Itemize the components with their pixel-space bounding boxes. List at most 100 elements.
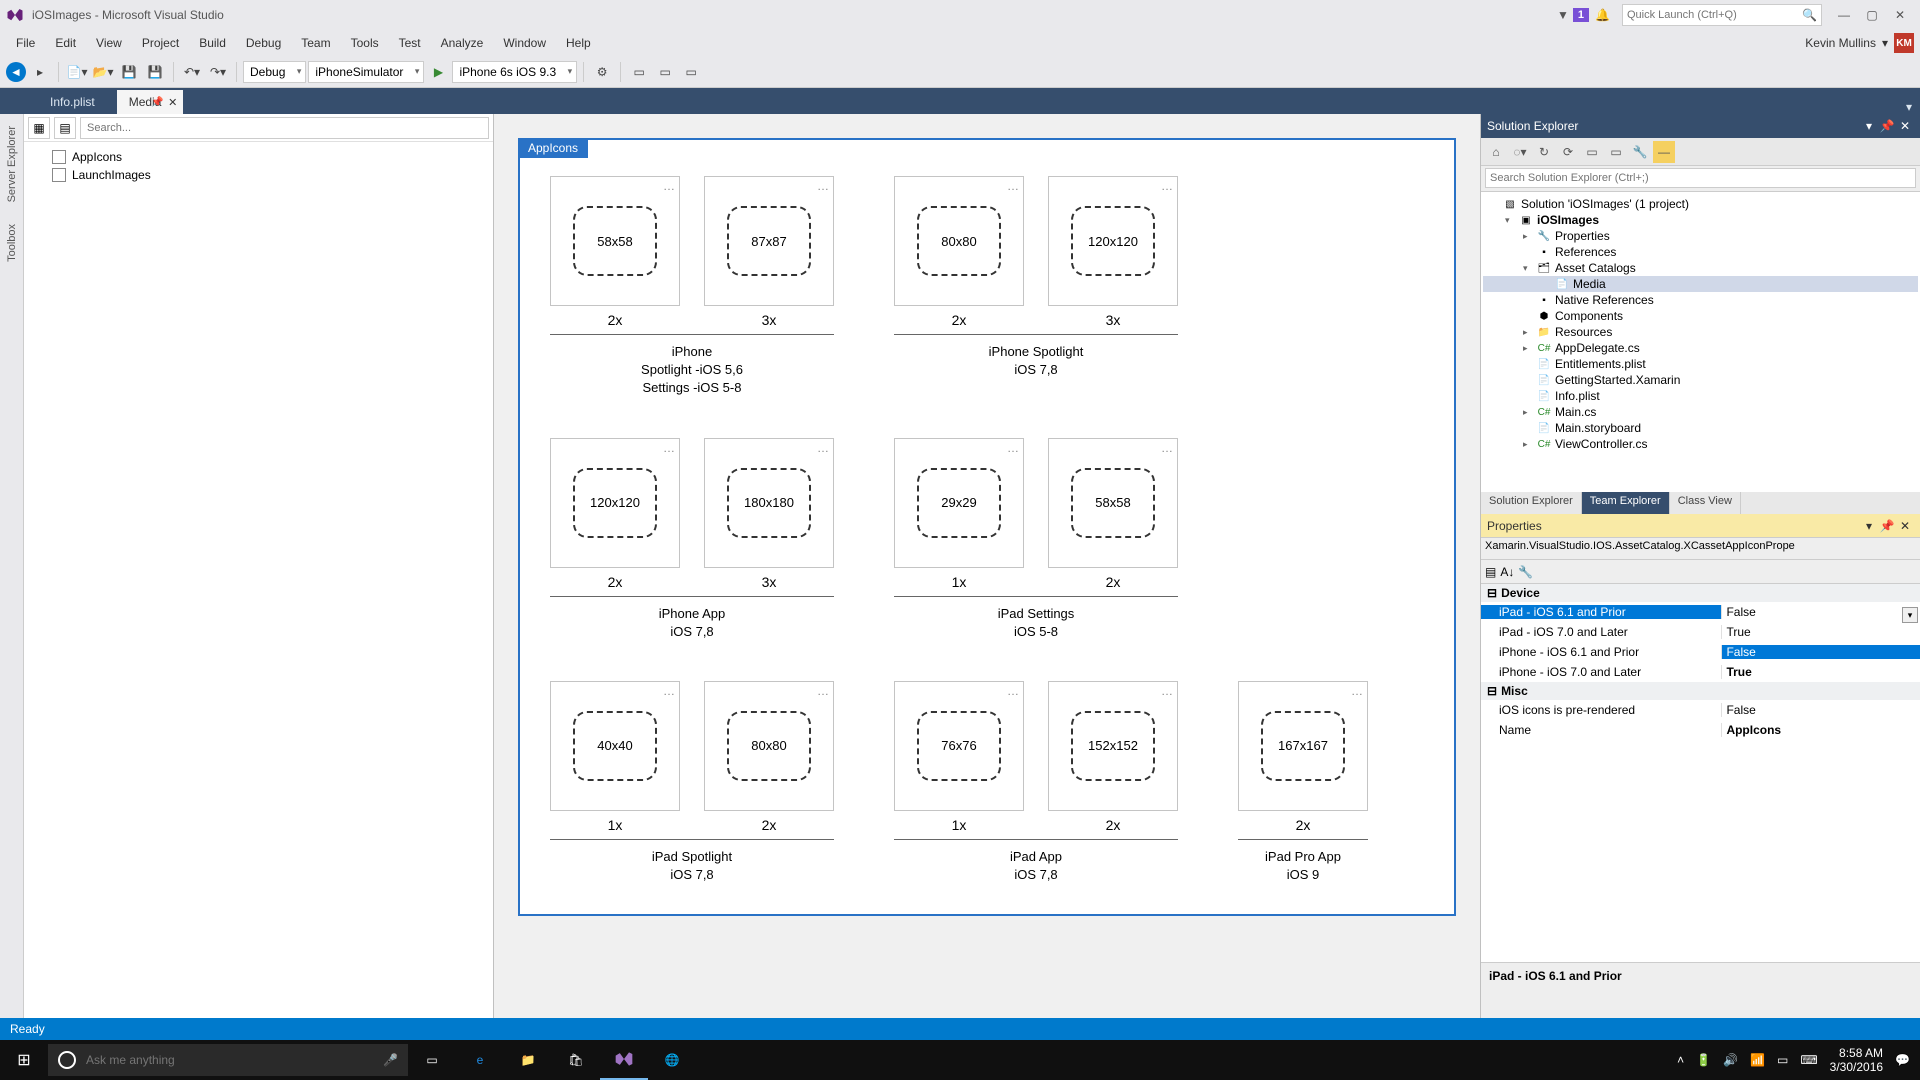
asset-appicons[interactable]: AppIcons <box>34 148 483 166</box>
se-btn-8[interactable]: — <box>1653 141 1675 163</box>
menu-test[interactable]: Test <box>389 32 431 54</box>
se-refresh-button[interactable]: ⟳ <box>1557 141 1579 163</box>
slot-menu-button[interactable]: … <box>1007 441 1019 455</box>
device-dropdown[interactable]: iPhone 6s iOS 9.3 <box>452 61 577 83</box>
tool-button-3[interactable]: ▭ <box>653 60 677 84</box>
mic-icon[interactable]: 🎤 <box>383 1053 398 1067</box>
icon-slot[interactable]: …58x58 <box>550 176 680 306</box>
prop-row[interactable]: iPhone - iOS 6.1 and PriorFalse <box>1481 642 1920 662</box>
se-pin-button[interactable]: 📌 <box>1878 119 1896 133</box>
node-native-references[interactable]: ▪Native References <box>1483 292 1918 308</box>
icon-slot[interactable]: …76x76 <box>894 681 1024 811</box>
slot-menu-button[interactable]: … <box>1351 684 1363 698</box>
redo-button[interactable]: ↷▾ <box>206 60 230 84</box>
save-button[interactable]: 💾 <box>117 60 141 84</box>
prop-cat-misc[interactable]: ⊟Misc <box>1481 682 1920 700</box>
node-main-storyboard[interactable]: 📄Main.storyboard <box>1483 420 1918 436</box>
action-center-icon[interactable]: 💬 <box>1895 1053 1910 1067</box>
icon-slot[interactable]: …58x58 <box>1048 438 1178 568</box>
tab-class-view[interactable]: Class View <box>1670 492 1741 514</box>
menu-edit[interactable]: Edit <box>45 32 86 54</box>
node-resources[interactable]: ▸📁Resources <box>1483 324 1918 340</box>
vs-icon[interactable] <box>600 1040 648 1080</box>
slot-menu-button[interactable]: … <box>663 441 675 455</box>
checkbox-icon[interactable] <box>52 150 66 164</box>
save-all-button[interactable]: 💾 <box>143 60 167 84</box>
icon-slot[interactable]: …167x167 <box>1238 681 1368 811</box>
menu-file[interactable]: File <box>6 32 45 54</box>
undo-button[interactable]: ↶▾ <box>180 60 204 84</box>
se-close-button[interactable]: ✕ <box>1896 119 1914 133</box>
icon-slot[interactable]: …80x80 <box>894 176 1024 306</box>
nav-back-button[interactable]: ◄ <box>6 62 26 82</box>
toolbox-tab[interactable]: Toolbox <box>4 218 20 268</box>
prop-categorize-button[interactable]: ▤ <box>1485 565 1496 579</box>
node-gettingstarted-xamarin[interactable]: 📄GettingStarted.Xamarin <box>1483 372 1918 388</box>
tool-button-2[interactable]: ▭ <box>627 60 651 84</box>
node-components[interactable]: ⬢Components <box>1483 308 1918 324</box>
tab-overflow-button[interactable]: ▾ <box>1898 100 1920 114</box>
maximize-button[interactable]: ▢ <box>1858 8 1886 22</box>
tab-team-explorer[interactable]: Team Explorer <box>1582 492 1670 514</box>
slot-menu-button[interactable]: … <box>1161 684 1173 698</box>
prop-sort-button[interactable]: A↓ <box>1500 565 1514 579</box>
node-asset-catalogs[interactable]: ▾🗂Asset Catalogs <box>1483 260 1918 276</box>
nav-fwd-button[interactable]: ▸ <box>28 60 52 84</box>
app-icon[interactable]: 🌐 <box>648 1040 696 1080</box>
quick-launch-input[interactable] <box>1627 9 1802 21</box>
keyboard-icon[interactable]: ⌨ <box>1800 1053 1817 1067</box>
slot-menu-button[interactable]: … <box>1161 179 1173 193</box>
node-media[interactable]: 📄Media <box>1483 276 1918 292</box>
filter-icon[interactable]: ▼ <box>1557 8 1569 22</box>
project-node[interactable]: ▾▣iOSImages <box>1483 212 1918 228</box>
icon-slot[interactable]: …180x180 <box>704 438 834 568</box>
avatar[interactable]: KM <box>1894 33 1914 53</box>
node-info-plist[interactable]: 📄Info.plist <box>1483 388 1918 404</box>
battery-icon[interactable]: 🔋 <box>1696 1053 1711 1067</box>
icon-slot[interactable]: …40x40 <box>550 681 680 811</box>
tray-up-icon[interactable]: ˄ <box>1677 1053 1684 1067</box>
task-view-button[interactable]: ▭ <box>408 1040 456 1080</box>
prop-pin-button[interactable]: 📌 <box>1878 519 1896 533</box>
se-btn-2[interactable]: ◌▾ <box>1509 141 1531 163</box>
prop-row[interactable]: NameAppIcons <box>1481 720 1920 740</box>
tab-solution-explorer[interactable]: Solution Explorer <box>1481 492 1582 514</box>
new-project-button[interactable]: 📄▾ <box>65 60 89 84</box>
notes-icon[interactable]: ▭ <box>1777 1053 1788 1067</box>
se-properties-button[interactable]: 🔧 <box>1629 141 1651 163</box>
notification-badge[interactable]: 1 <box>1573 8 1589 22</box>
slot-menu-button[interactable]: … <box>817 441 829 455</box>
slot-menu-button[interactable]: … <box>1007 684 1019 698</box>
prop-cat-device[interactable]: ⊟Device <box>1481 584 1920 602</box>
node-references[interactable]: ▪References <box>1483 244 1918 260</box>
start-button[interactable]: ▶ <box>426 60 450 84</box>
panel-btn-1[interactable]: ▦ <box>28 117 50 139</box>
platform-dropdown[interactable]: iPhoneSimulator <box>308 61 424 83</box>
cortana-search[interactable]: 🎤 <box>48 1044 408 1076</box>
minimize-button[interactable]: — <box>1830 8 1858 22</box>
cortana-input[interactable] <box>86 1053 373 1067</box>
node-properties[interactable]: ▸🔧Properties <box>1483 228 1918 244</box>
config-dropdown[interactable]: Debug <box>243 61 306 83</box>
asset-launchimages[interactable]: LaunchImages <box>34 166 483 184</box>
wifi-icon[interactable]: 📶 <box>1750 1053 1765 1067</box>
node-main-cs[interactable]: ▸C#Main.cs <box>1483 404 1918 420</box>
solution-root[interactable]: ▧Solution 'iOSImages' (1 project) <box>1483 196 1918 212</box>
menu-tools[interactable]: Tools <box>341 32 389 54</box>
icon-slot[interactable]: …29x29 <box>894 438 1024 568</box>
se-btn-6[interactable]: ▭ <box>1605 141 1627 163</box>
prop-close-button[interactable]: ✕ <box>1896 519 1914 533</box>
menu-build[interactable]: Build <box>189 32 236 54</box>
menu-window[interactable]: Window <box>493 32 556 54</box>
menu-analyze[interactable]: Analyze <box>431 32 494 54</box>
slot-menu-button[interactable]: … <box>1161 441 1173 455</box>
node-entitlements-plist[interactable]: 📄Entitlements.plist <box>1483 356 1918 372</box>
icon-slot[interactable]: …152x152 <box>1048 681 1178 811</box>
menu-project[interactable]: Project <box>132 32 189 54</box>
prop-dropdown-button[interactable]: ▾ <box>1860 519 1878 533</box>
icon-slot[interactable]: …120x120 <box>1048 176 1178 306</box>
prop-row[interactable]: iPad - iOS 6.1 and PriorFalse▾ <box>1481 602 1920 622</box>
icon-slot[interactable]: …87x87 <box>704 176 834 306</box>
asset-search-input[interactable] <box>80 117 489 139</box>
prop-wrench-button[interactable]: 🔧 <box>1518 565 1533 579</box>
